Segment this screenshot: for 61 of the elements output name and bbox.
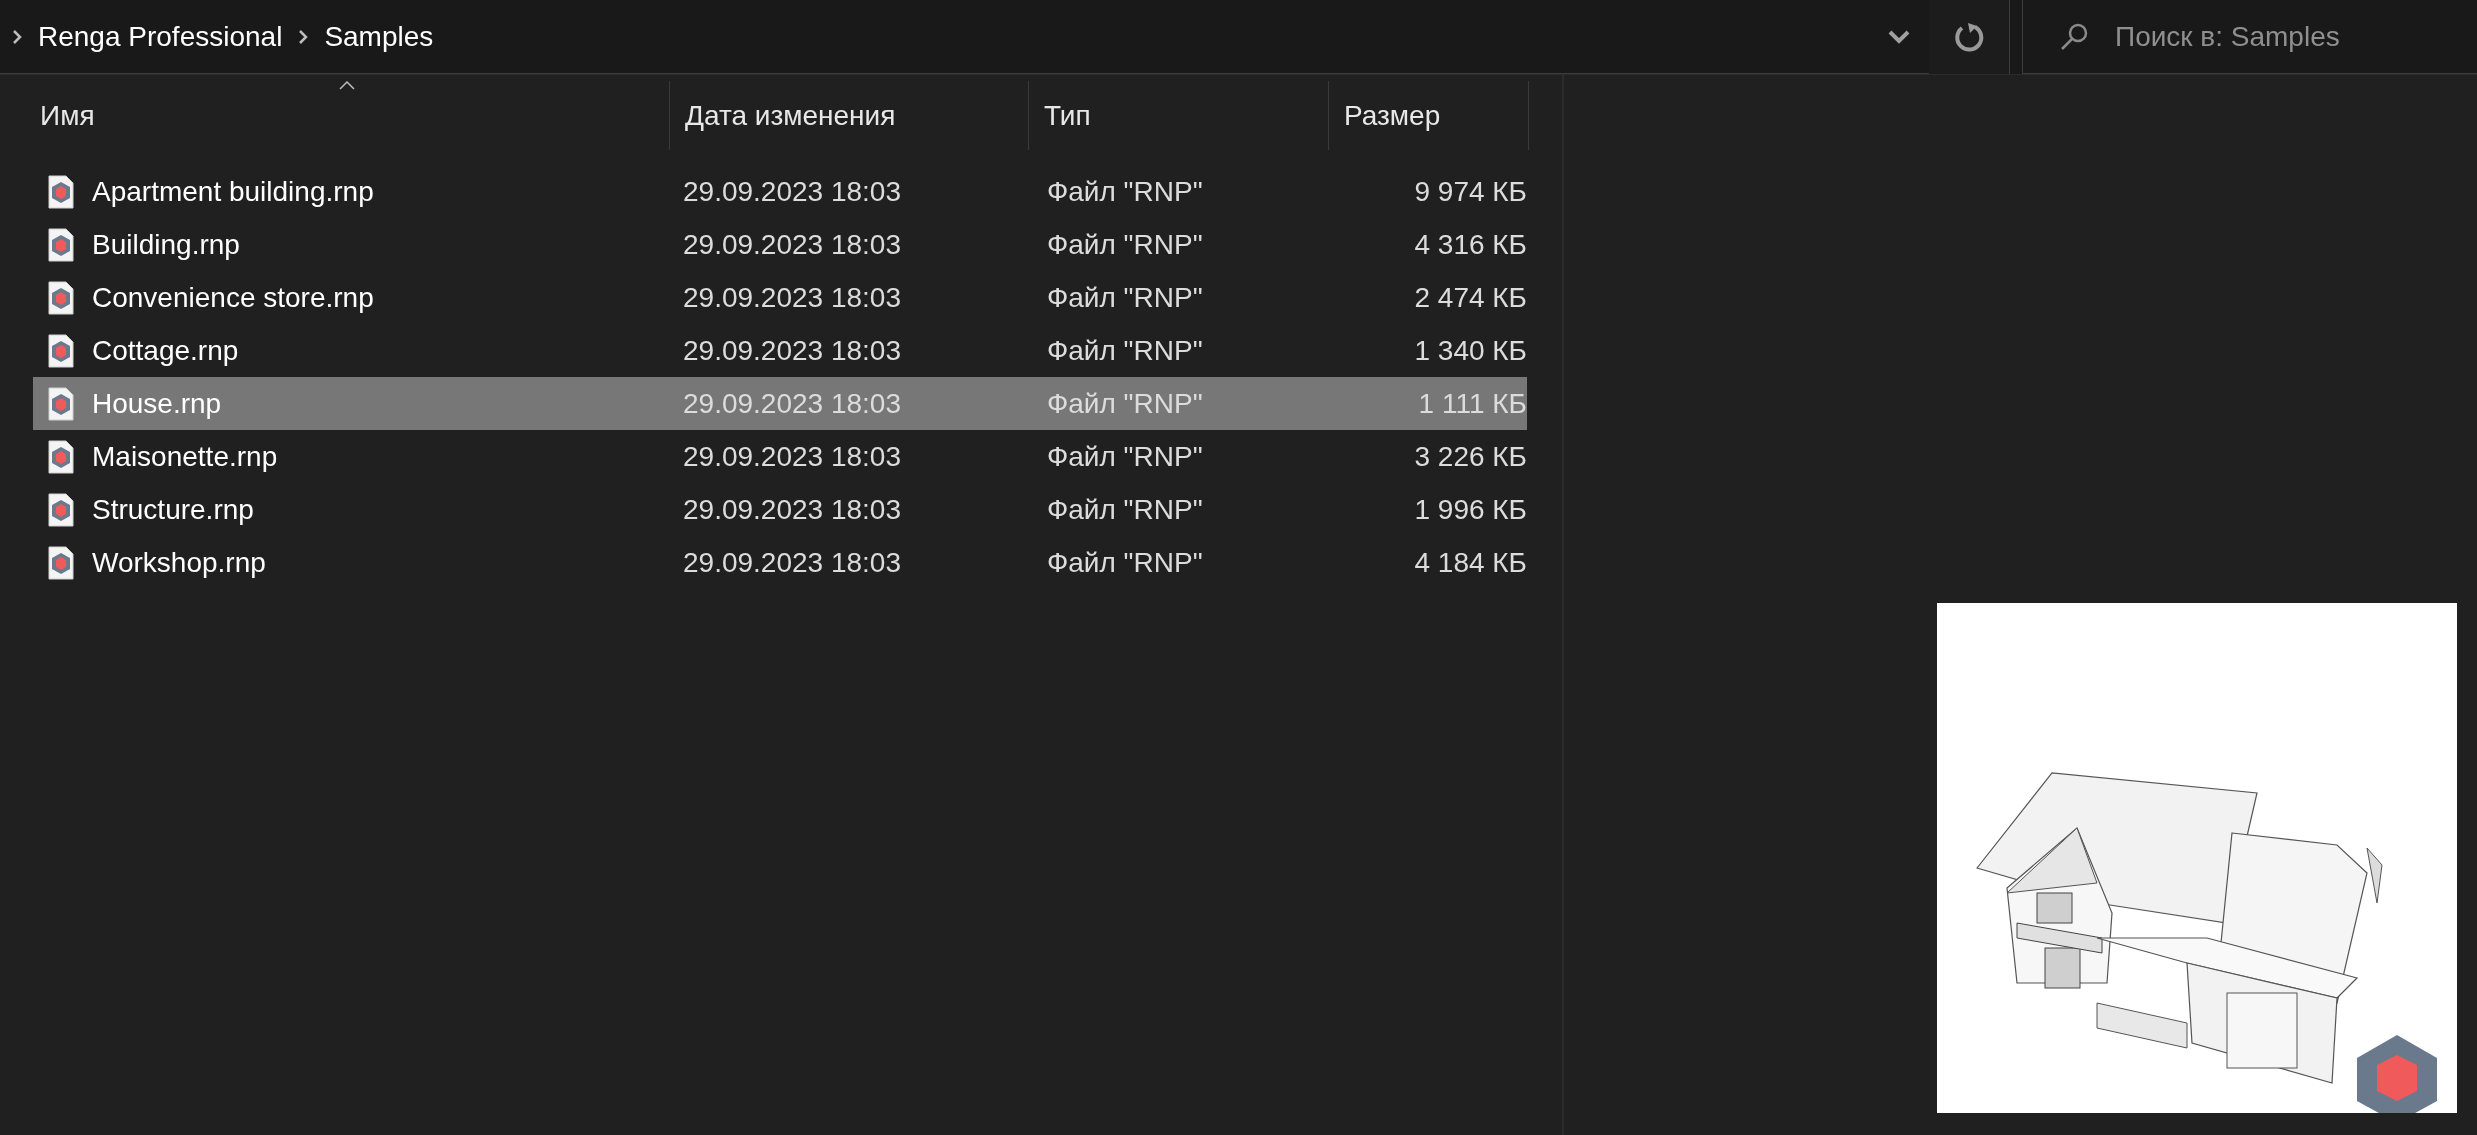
file-type: Файл "RNP": [1046, 386, 1204, 421]
file-row[interactable]: Convenience store.rnp 29.09.2023 18:03 Файл "RNP" 2 474 КБ: [33, 271, 1527, 324]
file-date: 29.09.2023 18:03: [682, 545, 902, 580]
file-type: Файл "RNP": [1046, 545, 1204, 580]
file-row[interactable]: Maisonette.rnp 29.09.2023 18:03 Файл "RNP" 3 226 КБ: [33, 430, 1527, 483]
file-size: 4 184 КБ: [1413, 545, 1527, 580]
file-name: Apartment building.rnp: [92, 174, 374, 209]
file-date: 29.09.2023 18:03: [682, 174, 902, 209]
column-header[interactable]: Имя: [25, 81, 670, 150]
file-name: Cottage.rnp: [92, 333, 239, 368]
file-size: 4 316 КБ: [1413, 227, 1527, 262]
file-size: 9 974 КБ: [1413, 174, 1527, 209]
sort-up-icon: [339, 81, 355, 90]
file-type: Файл "RNP": [1046, 280, 1204, 315]
file-name: Structure.rnp: [92, 492, 254, 527]
file-type: Файл "RNP": [1046, 492, 1204, 527]
file-type: Файл "RNP": [1046, 333, 1204, 368]
file-type: Файл "RNP": [1046, 174, 1204, 209]
chevron-right-icon: [298, 29, 309, 44]
file-row[interactable]: Cottage.rnp 29.09.2023 18:03 Файл "RNP" 1 340 КБ: [33, 324, 1527, 377]
file-size: 2 474 КБ: [1413, 280, 1527, 315]
file-size: 1 111 КБ: [1417, 386, 1527, 421]
file-row[interactable]: Apartment building.rnp 29.09.2023 18:03 Файл "RNP" 9 974 КБ: [33, 165, 1527, 218]
file-icon: [48, 439, 74, 474]
chevron-down-icon: [1888, 29, 1910, 44]
file-date: 29.09.2023 18:03: [682, 439, 902, 474]
file-date: 29.09.2023 18:03: [682, 280, 902, 315]
breadcrumb-item[interactable]: Renga Professional: [38, 15, 283, 58]
file-icon: [48, 333, 74, 368]
column-header[interactable]: Тип: [1029, 81, 1329, 150]
file-row[interactable]: Building.rnp 29.09.2023 18:03 Файл "RNP" 4 316 КБ: [33, 218, 1527, 271]
file-icon: [48, 545, 74, 580]
file-row[interactable]: Structure.rnp 29.09.2023 18:03 Файл "RNP" 1 996 КБ: [33, 483, 1527, 536]
file-name: House.rnp: [92, 386, 222, 421]
file-icon: [48, 280, 74, 315]
file-name: Building.rnp: [92, 227, 240, 262]
file-name: Maisonette.rnp: [92, 439, 278, 474]
file-icon: [48, 492, 74, 527]
refresh-icon: [1953, 20, 1985, 53]
column-header[interactable]: Размер: [1329, 81, 1529, 150]
chevron-right-icon: [12, 29, 22, 44]
file-size: 1 996 КБ: [1413, 492, 1527, 527]
file-date: 29.09.2023 18:03: [682, 386, 902, 421]
file-name: Workshop.rnp: [92, 545, 266, 580]
file-size: 1 340 КБ: [1413, 333, 1527, 368]
file-row[interactable]: Workshop.rnp 29.09.2023 18:03 Файл "RNP" 4 184 КБ: [33, 536, 1527, 589]
breadcrumb-item[interactable]: Samples: [324, 15, 434, 58]
file-name: Convenience store.rnp: [92, 280, 374, 315]
file-date: 29.09.2023 18:03: [682, 333, 902, 368]
file-icon: [48, 386, 74, 421]
column-header[interactable]: Дата изменения: [670, 81, 1029, 150]
file-date: 29.09.2023 18:03: [682, 492, 902, 527]
file-type: Файл "RNP": [1046, 227, 1204, 262]
search-field[interactable]: Поиск в: Samples: [2115, 15, 2475, 58]
file-icon: [48, 227, 74, 262]
file-date: 29.09.2023 18:03: [682, 227, 902, 262]
search-icon: [2059, 21, 2089, 52]
file-icon: [48, 174, 74, 209]
file-row[interactable]: House.rnp 29.09.2023 18:03 Файл "RNP" 1 111 КБ: [33, 377, 1527, 430]
file-size: 3 226 КБ: [1413, 439, 1527, 474]
file-type: Файл "RNP": [1046, 439, 1204, 474]
